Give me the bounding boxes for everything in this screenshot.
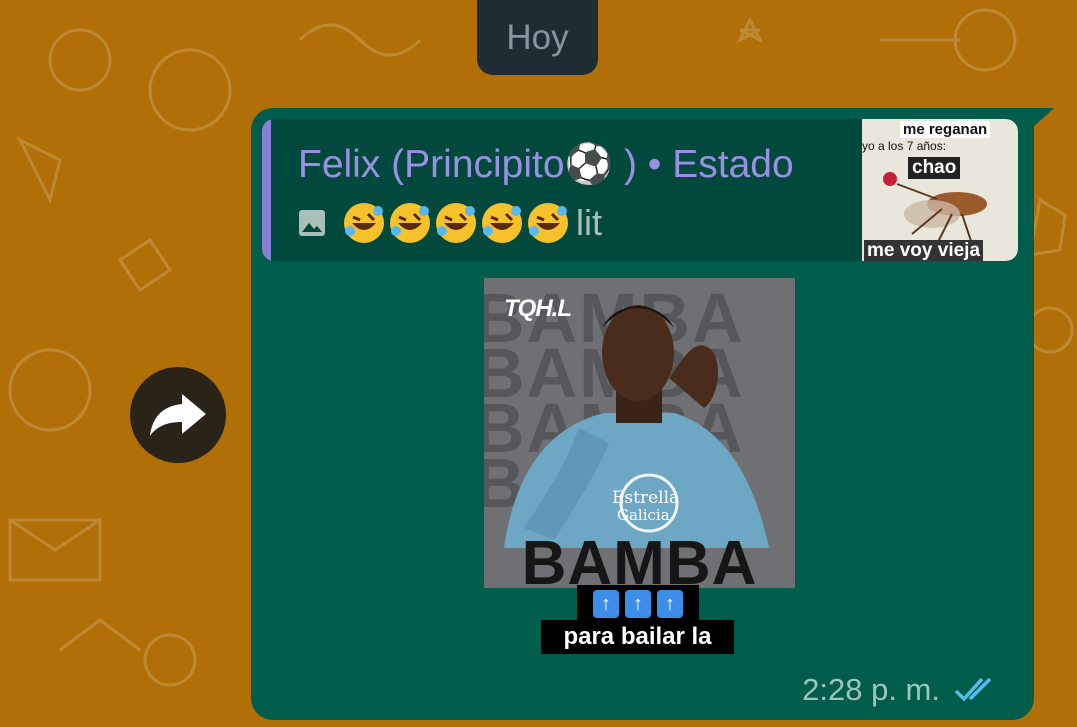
double-check-read-icon	[954, 677, 992, 702]
bubble-tail	[1030, 108, 1054, 130]
thumb-caption-bottom: me voy vieja	[864, 240, 984, 261]
photo-icon	[299, 210, 325, 236]
rolling-laughing-emoji-icon	[436, 203, 476, 243]
sponsor-line1: Estrella	[612, 488, 680, 508]
quote-accent-bar	[262, 119, 271, 261]
forward-button[interactable]	[130, 367, 226, 463]
quote-text: lit	[576, 202, 602, 243]
up-arrow-icon: ↑	[593, 590, 619, 618]
date-label: Hoy	[506, 17, 569, 57]
emoji-row	[342, 201, 570, 245]
rolling-laughing-emoji-icon	[344, 203, 384, 243]
quote-author: Felix (Principito⚽ ) • Estado	[298, 143, 794, 186]
date-separator: Hoy	[477, 0, 598, 75]
sponsor-line2: Galicia	[617, 506, 670, 524]
quoted-status-reply[interactable]: Felix (Principito⚽ ) • Estado lit me reg…	[262, 119, 1018, 261]
message-meta: 2:28 p. m.	[802, 672, 1002, 708]
image-caption: para bailar la	[541, 620, 734, 654]
forward-icon	[150, 394, 206, 436]
quote-thumbnail: me reganan yo a los 7 años: chao me voy …	[862, 119, 1018, 261]
message-time: 2:28 p. m.	[802, 672, 940, 707]
message-image[interactable]: BAMBA BAMBA BAMBA BAMBA TQH.L Estrella G…	[484, 278, 795, 588]
up-arrow-icon: ↑	[625, 590, 651, 618]
image-logo: TQH.L	[504, 295, 572, 322]
arrow-sticker: ↑ ↑ ↑	[577, 585, 699, 623]
rolling-laughing-emoji-icon	[390, 203, 430, 243]
image-headline: BAMBA	[521, 529, 758, 588]
quote-preview: lit	[298, 201, 602, 245]
up-arrow-icon: ↑	[657, 590, 683, 618]
rolling-laughing-emoji-icon	[482, 203, 522, 243]
rolling-laughing-emoji-icon	[528, 203, 568, 243]
